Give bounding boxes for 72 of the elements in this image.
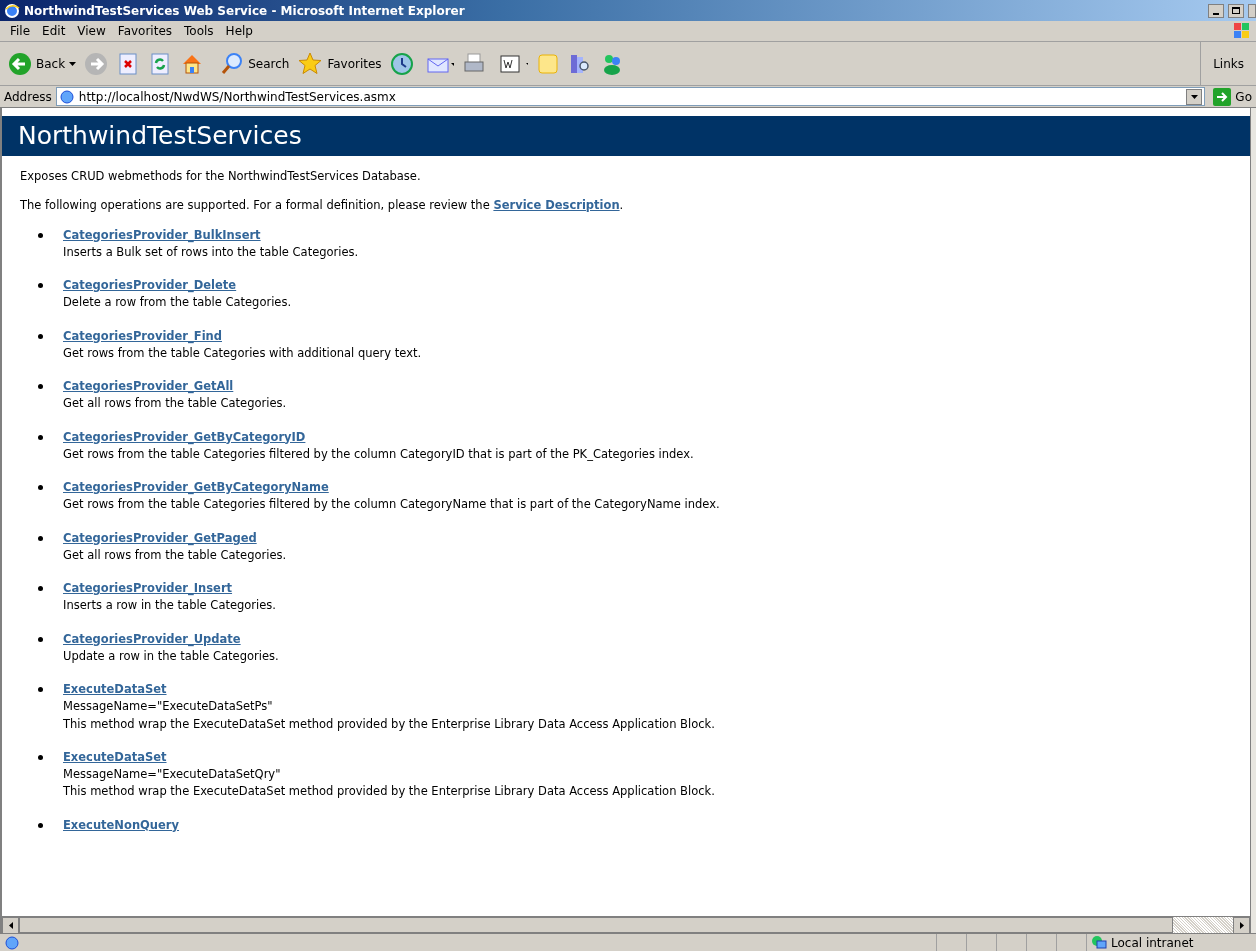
bullet-icon (38, 636, 43, 642)
operation-link[interactable]: CategoriesProvider_GetByCategoryName (63, 479, 329, 497)
window-title: NorthwindTestServices Web Service - Microsoft Internet Explorer (24, 2, 465, 20)
operation-link[interactable]: CategoriesProvider_BulkInsert (63, 226, 261, 244)
operation-description: Get all rows from the table Categories. (63, 395, 288, 413)
operation-link[interactable]: CategoriesProvider_GetAll (63, 378, 234, 396)
operation-description: Inserts a Bulk set of rows into the table Categories. (63, 243, 360, 261)
operation-link[interactable]: ExecuteDataSet (63, 681, 167, 699)
browser-icon (4, 2, 20, 19)
operation-description: Get rows from the table Categories with additional query text. (63, 344, 423, 362)
bullet-icon (38, 283, 43, 288)
search-icon (220, 51, 245, 76)
message-name: MessageName="ExecuteDataSetQry" (63, 766, 282, 783)
caret-icon[interactable] (69, 61, 77, 66)
forward-icon[interactable] (84, 51, 109, 76)
operation-link[interactable]: CategoriesProvider_Update (63, 630, 241, 648)
service-description-link[interactable]: Service Description (493, 198, 620, 213)
operation-description: This method wrap the ExecuteDataSet method provided by the Enterprise Library Data Access Application Block. (63, 715, 716, 733)
operation-description: Get all rows from the table Categories. (63, 546, 288, 564)
operation-link[interactable]: CategoriesProvider_Find (63, 327, 222, 345)
star-icon (297, 51, 324, 76)
operation-link[interactable]: ExecuteDataSet (63, 748, 167, 766)
bullet-icon (38, 754, 43, 760)
page-heading: NorthwindTestServices (18, 120, 302, 153)
security-zone: Local intranet (1111, 934, 1194, 951)
service-description: Exposes CRUD webmethods for the NorthwindTestServices Database. (20, 168, 422, 185)
operation-link[interactable]: CategoriesProvider_Insert (63, 580, 233, 598)
menu-item[interactable]: Edit (36, 22, 72, 40)
minimize-button[interactable] (1208, 3, 1224, 18)
favorites-button[interactable]: Favorites (297, 51, 382, 76)
operation-description: Update a row in the table Categories. (63, 647, 280, 665)
bullet-icon (38, 687, 43, 692)
menu-item[interactable]: File (4, 22, 37, 40)
bullet-icon (38, 333, 43, 339)
bullet-icon (38, 434, 43, 440)
go-button[interactable]: Go (1209, 87, 1256, 106)
menu-item[interactable]: View (71, 22, 112, 40)
address-label: Address (4, 88, 52, 106)
operation-description: This method wrap the ExecuteDataSet method provided by the Enterprise Library Data Access Application Block. (63, 783, 716, 801)
left-triangle-icon (8, 922, 13, 929)
operation-link[interactable]: CategoriesProvider_GetByCategoryID (63, 428, 306, 446)
page-icon (58, 88, 75, 105)
search-button[interactable]: Search (220, 51, 290, 76)
caret-icon (1190, 94, 1198, 99)
message-name: MessageName="ExecuteDataSetPs" (63, 698, 274, 716)
right-triangle-icon (1239, 922, 1244, 929)
windows-logo-icon (1232, 22, 1252, 40)
maximize-button[interactable] (1228, 3, 1244, 18)
bullet-icon (38, 485, 43, 490)
back-button[interactable]: Back (8, 51, 77, 76)
links-label[interactable]: Links (1200, 42, 1256, 85)
bullet-icon (38, 535, 43, 541)
operation-description: Get rows from the table Categories filtered by the column CategoryName that is part of the CategoryName index. (63, 496, 721, 514)
bullet-icon (38, 232, 43, 238)
bullet-icon (38, 822, 43, 828)
operation-link[interactable]: CategoriesProvider_Delete (63, 277, 237, 295)
intro-text: The following operations are supported. For a formal definition, please review the Service Description. (20, 197, 625, 215)
address-field[interactable]: http://localhost/NwdWS/NorthwindTestServices.asmx (55, 87, 1206, 106)
menu-item[interactable]: Tools (178, 22, 220, 40)
dropdown-button[interactable] (1186, 88, 1203, 105)
page-status-icon (4, 934, 20, 951)
history-icon[interactable] (389, 51, 414, 76)
operation-link[interactable]: CategoriesProvider_GetPaged (63, 529, 257, 547)
bullet-icon (38, 586, 43, 591)
menu-item[interactable]: Help (219, 22, 259, 40)
network-icon (1091, 934, 1107, 951)
operation-link[interactable]: ExecuteNonQuery (63, 816, 180, 834)
operation-description: Get rows from the table Categories filtered by the column CategoryID that is part of the PK_Categories index. (63, 445, 695, 463)
bullet-icon (38, 384, 43, 389)
operation-description: Delete a row from the table Categories. (63, 294, 293, 312)
operation-description: Inserts a row in the table Categories. (63, 597, 277, 615)
menu-item[interactable]: Favorites (111, 22, 179, 40)
